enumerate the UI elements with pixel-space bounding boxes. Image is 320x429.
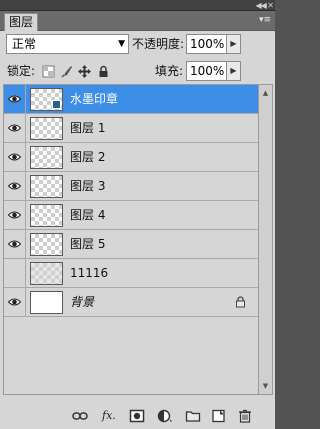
layer-name: 图层 4	[70, 208, 106, 222]
layer-thumbnail	[30, 88, 63, 111]
layer-list-scrollbar[interactable]: ▲ ▼	[259, 84, 273, 395]
layer-name: 水墨印章	[70, 92, 119, 106]
layer-thumbnail	[30, 146, 63, 169]
layer-row[interactable]: 11116	[4, 259, 258, 288]
fill-label: 填充:	[155, 64, 184, 78]
layer-row[interactable]: 图层 5	[4, 230, 258, 259]
trash-icon[interactable]	[237, 409, 253, 423]
layer-name: 背景	[70, 295, 95, 309]
layer-list: 水墨印章 图层 1 图层 2 图层 3 图层 4 图层 5 11116 背景	[3, 84, 259, 395]
layers-panel: ◀◀ ✕ 图层 ▾≡ 正常 ▼ 不透明度: 100% ▶ 锁定: 100% ▶ …	[0, 0, 275, 429]
layer-name: 图层 2	[70, 150, 106, 164]
visibility-eye-icon[interactable]	[4, 288, 26, 316]
panel-menu-icon[interactable]: ▾≡	[259, 15, 271, 26]
lock-label: 锁定:	[7, 64, 36, 78]
visibility-eye-icon[interactable]	[4, 143, 26, 171]
panel-title-bar: ◀◀ ✕	[0, 0, 275, 11]
smart-object-icon	[52, 100, 61, 109]
visibility-toggle-empty[interactable]	[4, 259, 26, 287]
layer-name: 图层 3	[70, 179, 106, 193]
fx-icon[interactable]: fx.	[102, 409, 118, 423]
blend-mode-value: 正常	[12, 37, 37, 51]
lock-move-icon[interactable]	[78, 65, 91, 78]
lock-transparent-icon[interactable]	[42, 65, 55, 78]
blend-mode-select[interactable]: 正常 ▼	[6, 34, 129, 54]
opacity-label: 不透明度:	[132, 37, 185, 51]
folder-icon[interactable]	[185, 409, 201, 423]
scroll-down-icon[interactable]: ▼	[259, 380, 272, 392]
layer-row[interactable]: 图层 2	[4, 143, 258, 172]
layer-thumbnail	[30, 204, 63, 227]
bottom-toolbar: fx.	[0, 405, 275, 429]
layer-name: 图层 1	[70, 121, 106, 135]
tab-layers[interactable]: 图层	[4, 13, 38, 31]
adjustment-icon[interactable]	[157, 409, 173, 423]
opacity-stepper[interactable]: ▶	[227, 34, 241, 54]
opacity-input[interactable]: 100%	[186, 34, 227, 54]
fill-stepper[interactable]: ▶	[227, 61, 241, 81]
lock-all-icon[interactable]	[97, 65, 110, 78]
layer-thumbnail	[30, 117, 63, 140]
lock-brush-icon[interactable]	[60, 65, 73, 78]
lock-icon	[235, 296, 246, 308]
layer-row[interactable]: 水墨印章	[4, 85, 258, 114]
visibility-eye-icon[interactable]	[4, 230, 26, 258]
link-icon[interactable]	[72, 409, 88, 423]
visibility-eye-icon[interactable]	[4, 114, 26, 142]
layer-thumbnail	[30, 291, 63, 314]
mask-icon[interactable]	[129, 409, 145, 423]
visibility-eye-icon[interactable]	[4, 85, 26, 113]
fill-input[interactable]: 100%	[186, 61, 227, 81]
layer-name: 11116	[70, 266, 109, 280]
collapse-icon[interactable]: ◀◀ ✕	[255, 0, 274, 11]
new-layer-icon[interactable]	[211, 409, 227, 423]
tab-row: 图层 ▾≡	[0, 11, 275, 31]
layer-name: 图层 5	[70, 237, 106, 251]
blend-row: 正常 ▼ 不透明度: 100% ▶	[0, 31, 275, 57]
chevron-down-icon: ▼	[118, 39, 125, 49]
visibility-eye-icon[interactable]	[4, 172, 26, 200]
scroll-up-icon[interactable]: ▲	[259, 87, 272, 99]
visibility-eye-icon[interactable]	[4, 201, 26, 229]
layer-row[interactable]: 图层 1	[4, 114, 258, 143]
layer-thumbnail	[30, 175, 63, 198]
layer-thumbnail	[30, 233, 63, 256]
layer-row[interactable]: 背景	[4, 288, 258, 317]
layer-row[interactable]: 图层 3	[4, 172, 258, 201]
layer-thumbnail	[30, 262, 63, 285]
layer-row[interactable]: 图层 4	[4, 201, 258, 230]
